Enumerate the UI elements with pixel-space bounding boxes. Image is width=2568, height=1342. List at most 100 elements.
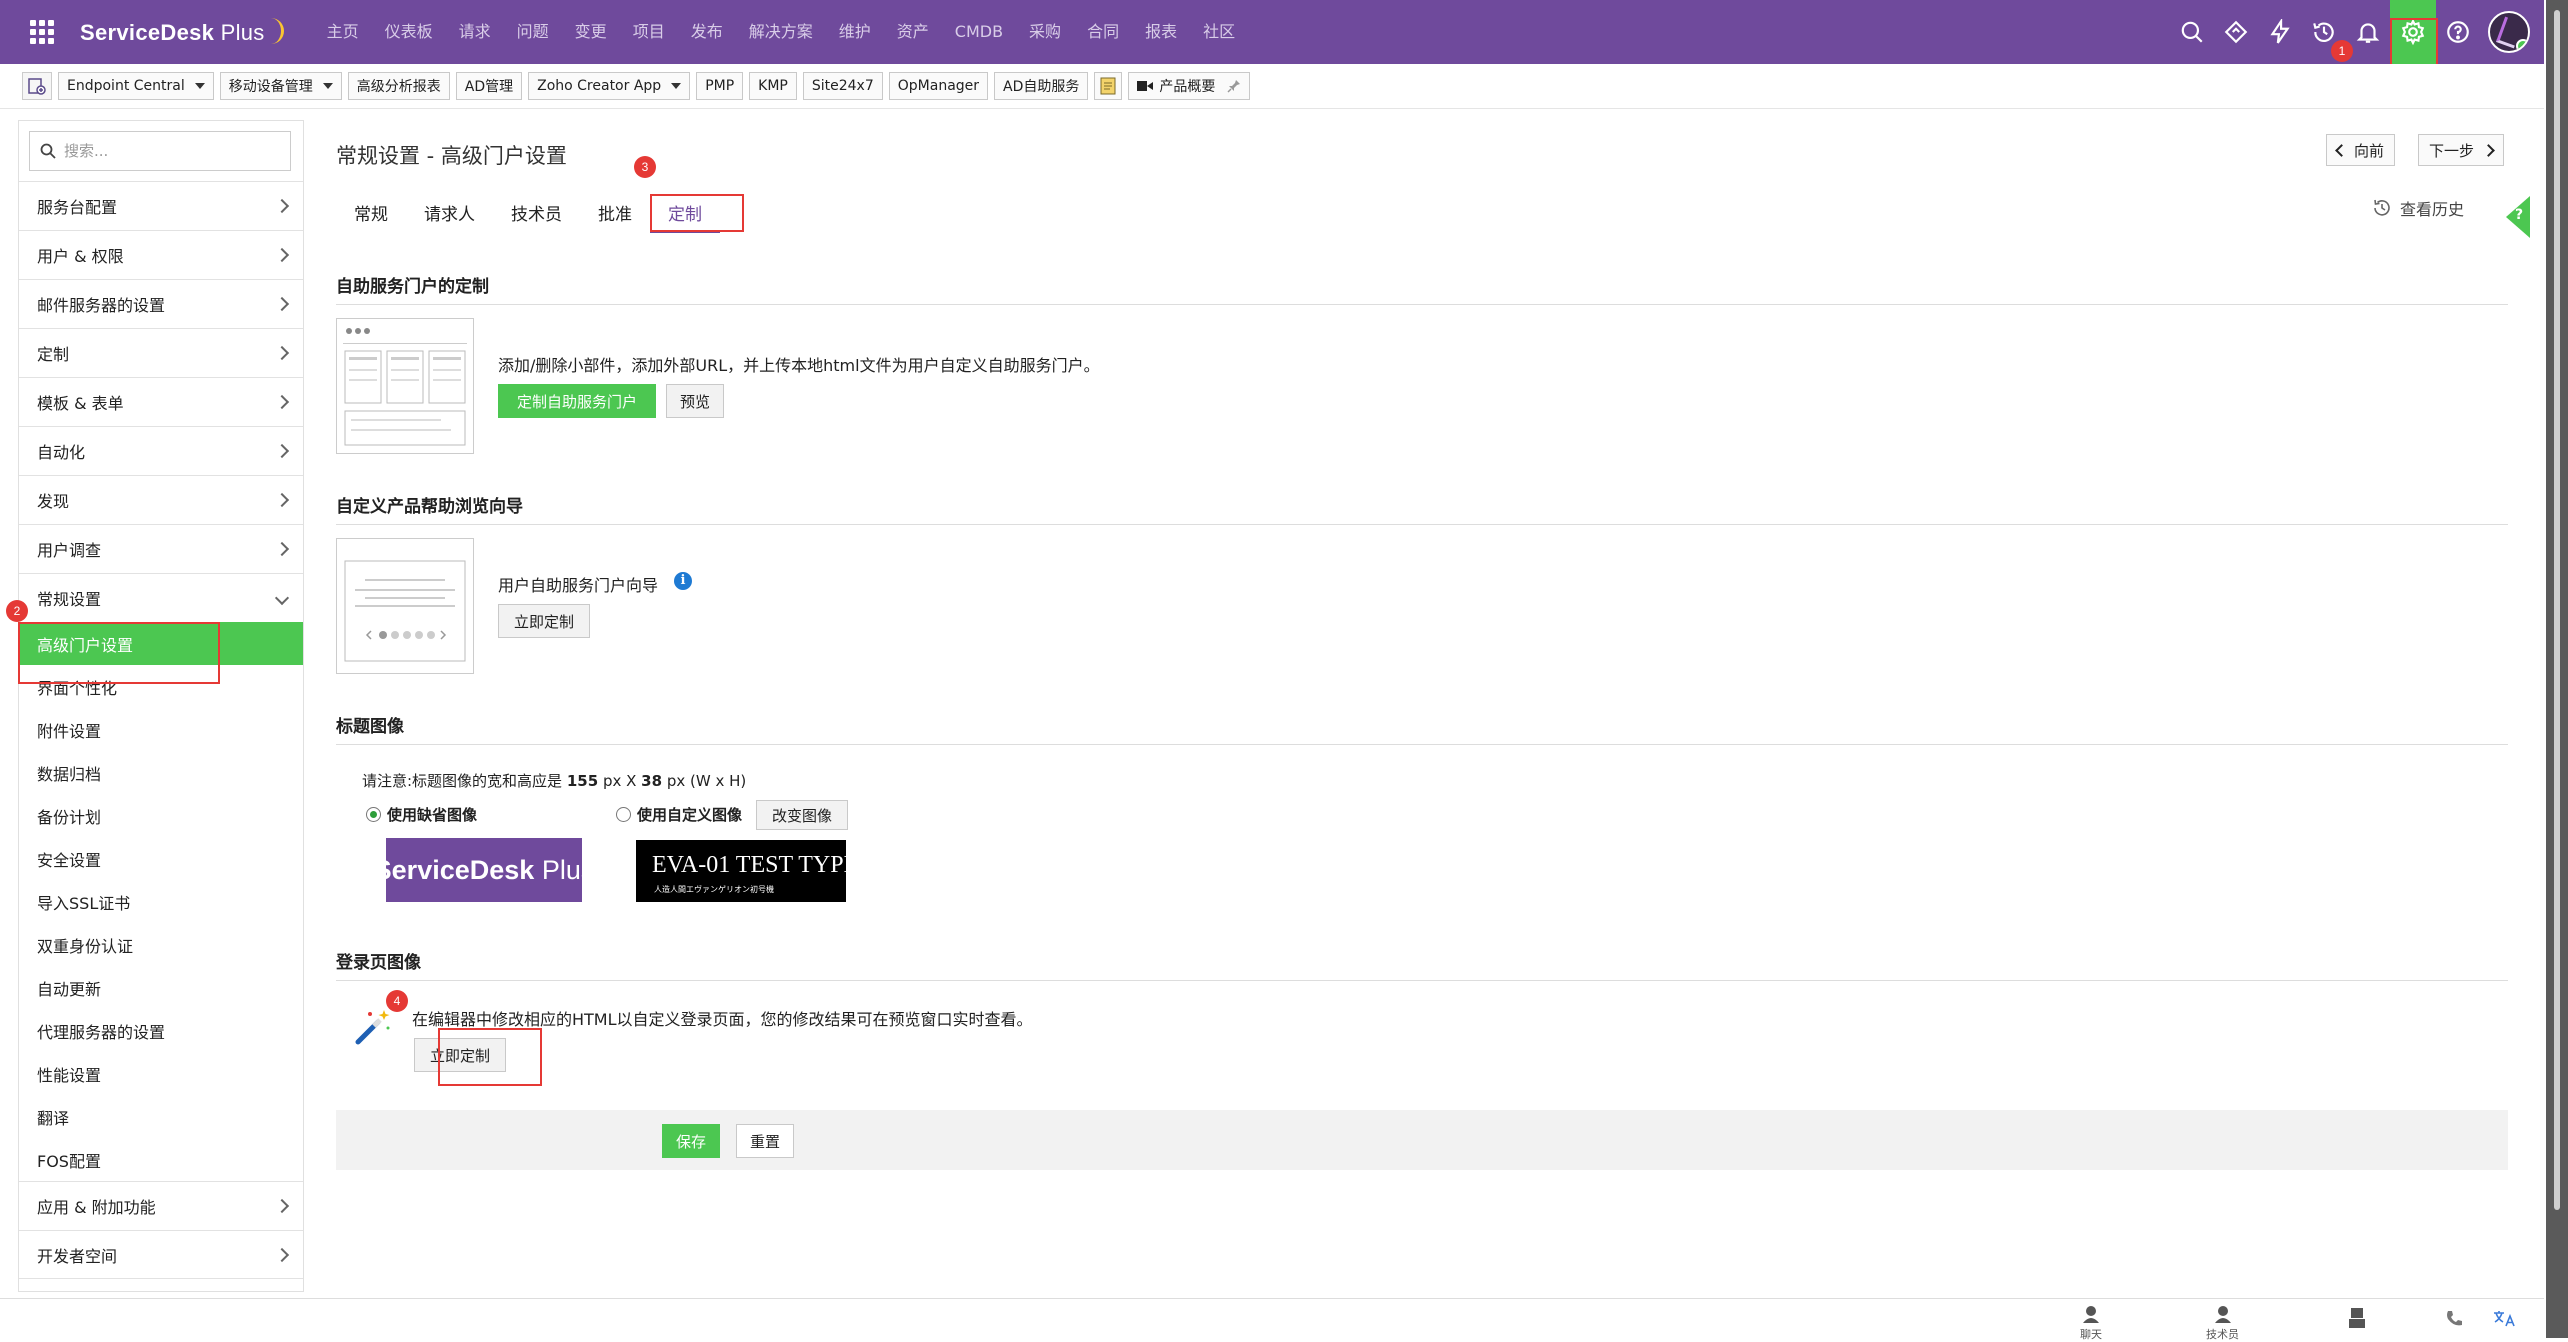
sidebar-subitem-2fa[interactable]: 双重身份认证 xyxy=(19,923,303,966)
sidebar-subitem-data-archive[interactable]: 数据归档 xyxy=(19,751,303,794)
nav-purchase[interactable]: 采购 xyxy=(1016,0,1074,64)
change-image-button[interactable]: 改变图像 xyxy=(756,800,848,830)
tab-general[interactable]: 常规 xyxy=(336,200,406,230)
nav-contracts[interactable]: 合同 xyxy=(1074,0,1132,64)
notification-bell-icon[interactable] xyxy=(2346,0,2390,64)
bottom-bar: 聊天 技术员 xyxy=(0,1298,2544,1342)
chevron-right-icon xyxy=(274,443,290,459)
quicklink-zoho-creator[interactable]: Zoho Creator App xyxy=(528,72,691,100)
nav-assets[interactable]: 资产 xyxy=(884,0,942,64)
phone-icon[interactable] xyxy=(2444,1309,2464,1332)
sidebar-item-general-settings[interactable]: 常规设置 xyxy=(19,573,303,622)
quicklink-pmp[interactable]: PMP xyxy=(696,72,744,100)
view-history-link[interactable]: 查看历史 xyxy=(2372,196,2464,220)
radio-unselected-icon[interactable] xyxy=(616,807,631,822)
scrollbar-thumb[interactable] xyxy=(2554,10,2560,1210)
default-header-logo: ServiceDesk Plus xyxy=(374,838,594,902)
tab-approval[interactable]: 批准 xyxy=(580,200,650,230)
translate-icon[interactable] xyxy=(2492,1309,2518,1332)
annotation-badge-2: 2 xyxy=(6,600,28,622)
quicklink-analytics[interactable]: 高级分析报表 xyxy=(347,72,450,100)
radio-custom-image[interactable]: 使用自定义图像 xyxy=(616,804,742,825)
technician-button[interactable]: 技术员 xyxy=(2206,1305,2239,1342)
nav-reports[interactable]: 报表 xyxy=(1132,0,1190,64)
radio-selected-icon[interactable] xyxy=(366,807,381,822)
sidebar-subitem-security[interactable]: 安全设置 xyxy=(19,837,303,880)
nav-cmdb[interactable]: CMDB xyxy=(942,0,1016,64)
quicklink-opmanager[interactable]: OpManager xyxy=(888,72,989,100)
chevron-right-icon xyxy=(274,541,290,557)
customize-login-button[interactable]: 立即定制 xyxy=(414,1038,506,1072)
lightning-icon[interactable] xyxy=(2258,0,2302,64)
window-scrollbar[interactable] xyxy=(2546,0,2568,1338)
quicklink-ad-selfservice[interactable]: AD自助服务 xyxy=(994,72,1089,100)
info-icon[interactable]: i xyxy=(674,572,692,590)
nav-community[interactable]: 社区 xyxy=(1190,0,1248,64)
radio-label: 使用自定义图像 xyxy=(637,806,743,824)
tab-customization[interactable]: 定制 xyxy=(650,200,720,233)
app-grid-icon[interactable] xyxy=(30,20,54,44)
help-flag-icon[interactable]: ? xyxy=(2506,196,2530,238)
settings-gear-icon[interactable] xyxy=(2390,0,2436,64)
quicklink-ad-manager[interactable]: AD管理 xyxy=(455,72,523,100)
sidebar-item-mail-server[interactable]: 邮件服务器的设置 xyxy=(19,279,303,328)
search-icon[interactable] xyxy=(2170,0,2214,64)
preview-button[interactable]: 预览 xyxy=(666,384,724,418)
help-icon[interactable] xyxy=(2436,0,2480,64)
sidebar-item-helpdesk-config[interactable]: 服务台配置 xyxy=(19,181,303,230)
customize-tour-button[interactable]: 立即定制 xyxy=(498,604,590,638)
annotation-badge-3: 3 xyxy=(634,156,656,178)
customize-self-service-button[interactable]: 定制自助服务门户 xyxy=(498,384,656,418)
next-button[interactable]: 下一步 xyxy=(2418,134,2505,166)
quicklink-site24x7[interactable]: Site24x7 xyxy=(802,72,883,100)
sidebar-subitem-personalization[interactable]: 界面个性化 xyxy=(19,665,303,708)
robot-icon[interactable] xyxy=(2346,1305,2368,1332)
nav-solutions[interactable]: 解决方案 xyxy=(736,0,826,64)
add-shortcut-icon[interactable] xyxy=(22,72,52,100)
nav-dashboard[interactable]: 仪表板 xyxy=(372,0,446,64)
notes-icon[interactable] xyxy=(1094,72,1123,100)
pin-icon[interactable] xyxy=(1227,79,1241,93)
quicklink-endpoint-central[interactable]: Endpoint Central xyxy=(58,72,214,100)
sidebar-subitem-auto-update[interactable]: 自动更新 xyxy=(19,966,303,1009)
sidebar-item-automation[interactable]: 自动化 xyxy=(19,426,303,475)
nav-home[interactable]: 主页 xyxy=(314,0,372,64)
tab-technician[interactable]: 技术员 xyxy=(493,200,580,230)
product-overview-button[interactable]: 产品概要 xyxy=(1128,72,1251,100)
nav-changes[interactable]: 变更 xyxy=(562,0,620,64)
sidebar-item-discovery[interactable]: 发现 xyxy=(19,475,303,524)
prev-button[interactable]: 向前 xyxy=(2326,134,2396,166)
radio-default-image[interactable]: 使用缺省图像 xyxy=(366,804,477,825)
sidebar-search-input[interactable] xyxy=(62,141,266,161)
sidebar-search[interactable] xyxy=(29,131,291,171)
sidebar-subitem-advanced-portal[interactable]: 高级门户设置 xyxy=(19,622,303,665)
reset-button[interactable]: 重置 xyxy=(736,1124,794,1158)
sidebar-subitem-attachments[interactable]: 附件设置 xyxy=(19,708,303,751)
quick-actions-icon[interactable] xyxy=(2214,0,2258,64)
chat-button[interactable]: 聊天 xyxy=(2080,1305,2102,1342)
sidebar-subitem-fos[interactable]: FOS配置 xyxy=(19,1138,303,1181)
nav-projects[interactable]: 项目 xyxy=(620,0,678,64)
quicklink-mdm[interactable]: 移动设备管理 xyxy=(219,72,342,100)
sidebar-subitem-proxy[interactable]: 代理服务器的设置 xyxy=(19,1009,303,1052)
brand-logo[interactable]: ServiceDesk Plus xyxy=(80,18,284,46)
sidebar-item-customization[interactable]: 定制 xyxy=(19,328,303,377)
tab-requester[interactable]: 请求人 xyxy=(406,200,493,230)
save-button[interactable]: 保存 xyxy=(662,1124,720,1158)
sidebar-subitem-backup[interactable]: 备份计划 xyxy=(19,794,303,837)
sidebar-item-apps-addons[interactable]: 应用 & 附加功能 xyxy=(19,1181,303,1230)
user-avatar[interactable] xyxy=(2488,11,2530,53)
nav-maintenance[interactable]: 维护 xyxy=(826,0,884,64)
sidebar-item-templates-forms[interactable]: 模板 & 表单 xyxy=(19,377,303,426)
sidebar-subitem-ssl[interactable]: 导入SSL证书 xyxy=(19,880,303,923)
nav-problems[interactable]: 问题 xyxy=(504,0,562,64)
sidebar-subitem-translation[interactable]: 翻译 xyxy=(19,1095,303,1138)
nav-releases[interactable]: 发布 xyxy=(678,0,736,64)
quicklink-kmp[interactable]: KMP xyxy=(749,72,797,100)
sidebar-item-developer-space[interactable]: 开发者空间 xyxy=(19,1230,303,1279)
sidebar-item-user-survey[interactable]: 用户调查 xyxy=(19,524,303,573)
sidebar-item-users-permissions[interactable]: 用户 & 权限 xyxy=(19,230,303,279)
sidebar-subitem-performance[interactable]: 性能设置 xyxy=(19,1052,303,1095)
quicklink-label: Zoho Creator App xyxy=(537,78,662,94)
nav-requests[interactable]: 请求 xyxy=(446,0,504,64)
